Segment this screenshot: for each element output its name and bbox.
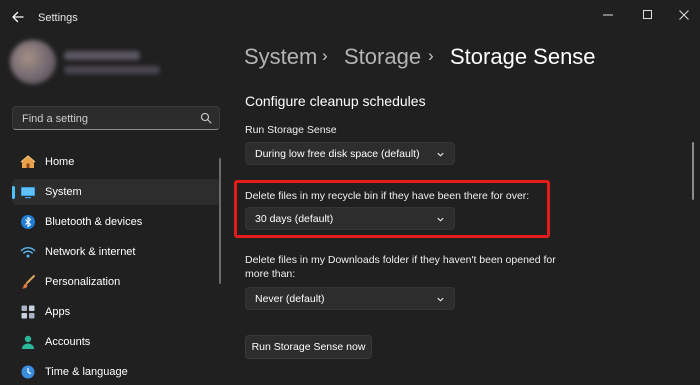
chevron-down-icon — [437, 152, 444, 157]
app-title: Settings — [38, 12, 78, 24]
accounts-icon — [22, 335, 34, 349]
maximize-button[interactable] — [634, 4, 662, 26]
run-storage-sense-dropdown[interactable]: During low free disk space (default) — [245, 142, 455, 165]
run-storage-sense-label: Run Storage Sense — [245, 124, 337, 136]
dropdown-value: 30 days (default) — [255, 213, 334, 225]
search-box[interactable] — [12, 106, 220, 131]
back-arrow-icon[interactable] — [10, 9, 26, 25]
sidebar-item-time-language[interactable]: Time & language — [12, 359, 220, 385]
sidebar-item-label: Bluetooth & devices — [45, 216, 143, 228]
bluetooth-icon — [21, 215, 35, 229]
sidebar-item-label: Personalization — [45, 276, 121, 288]
selection-indicator — [12, 186, 15, 199]
sidebar-item-label: Accounts — [45, 336, 91, 348]
sidebar-item-home[interactable]: Home — [12, 149, 220, 175]
breadcrumb-system[interactable]: System — [244, 44, 317, 70]
sidebar-item-label: Apps — [45, 306, 71, 318]
brush-icon — [21, 275, 35, 289]
breadcrumb-storage[interactable]: Storage — [344, 44, 421, 70]
page-title: Storage Sense — [450, 44, 596, 69]
search-input[interactable] — [20, 107, 194, 131]
sidebar-item-accounts[interactable]: Accounts — [12, 329, 220, 355]
sidebar-item-network[interactable]: Network & internet — [12, 239, 220, 265]
apps-icon — [21, 305, 35, 319]
dropdown-value: During low free disk space (default) — [255, 148, 420, 160]
downloads-label-line2: more than: — [245, 268, 296, 280]
minimize-button[interactable] — [594, 4, 622, 26]
breadcrumb-separator: › — [428, 46, 434, 65]
maximize-icon — [643, 10, 652, 19]
time-language-icon — [21, 365, 35, 379]
chevron-down-icon — [437, 297, 444, 302]
close-button[interactable] — [670, 4, 698, 26]
close-icon — [679, 10, 689, 20]
avatar[interactable] — [10, 40, 56, 84]
recycle-bin-dropdown[interactable]: 30 days (default) — [245, 207, 455, 230]
sidebar-item-apps[interactable]: Apps — [12, 299, 220, 325]
search-icon[interactable] — [200, 112, 212, 124]
recycle-bin-label: Delete files in my recycle bin if they h… — [245, 190, 530, 202]
sidebar-item-label: Time & language — [45, 366, 128, 378]
profile-email-blurred — [64, 66, 160, 74]
wifi-icon — [20, 246, 36, 258]
chevron-down-icon — [437, 217, 444, 222]
dropdown-value: Never (default) — [255, 293, 325, 305]
sidebar-item-system[interactable]: System — [12, 179, 220, 205]
profile-name-blurred — [64, 51, 140, 60]
section-title: Configure cleanup schedules — [245, 93, 426, 109]
downloads-dropdown[interactable]: Never (default) — [245, 287, 455, 310]
downloads-label-line1: Delete files in my Downloads folder if t… — [245, 254, 556, 266]
sidebar-item-label: System — [45, 186, 82, 198]
sidebar-item-bluetooth[interactable]: Bluetooth & devices — [12, 209, 220, 235]
main-scrollbar[interactable] — [692, 142, 694, 200]
sidebar-item-personalization[interactable]: Personalization — [12, 269, 220, 295]
sidebar-scrollbar[interactable] — [219, 158, 221, 284]
minimize-icon — [603, 14, 613, 16]
sidebar-item-label: Network & internet — [45, 246, 136, 258]
sidebar-item-label: Home — [45, 156, 75, 168]
breadcrumb-separator: › — [322, 46, 328, 65]
system-icon — [21, 187, 35, 199]
run-storage-sense-now-button[interactable]: Run Storage Sense now — [245, 335, 372, 359]
home-icon — [20, 155, 36, 168]
